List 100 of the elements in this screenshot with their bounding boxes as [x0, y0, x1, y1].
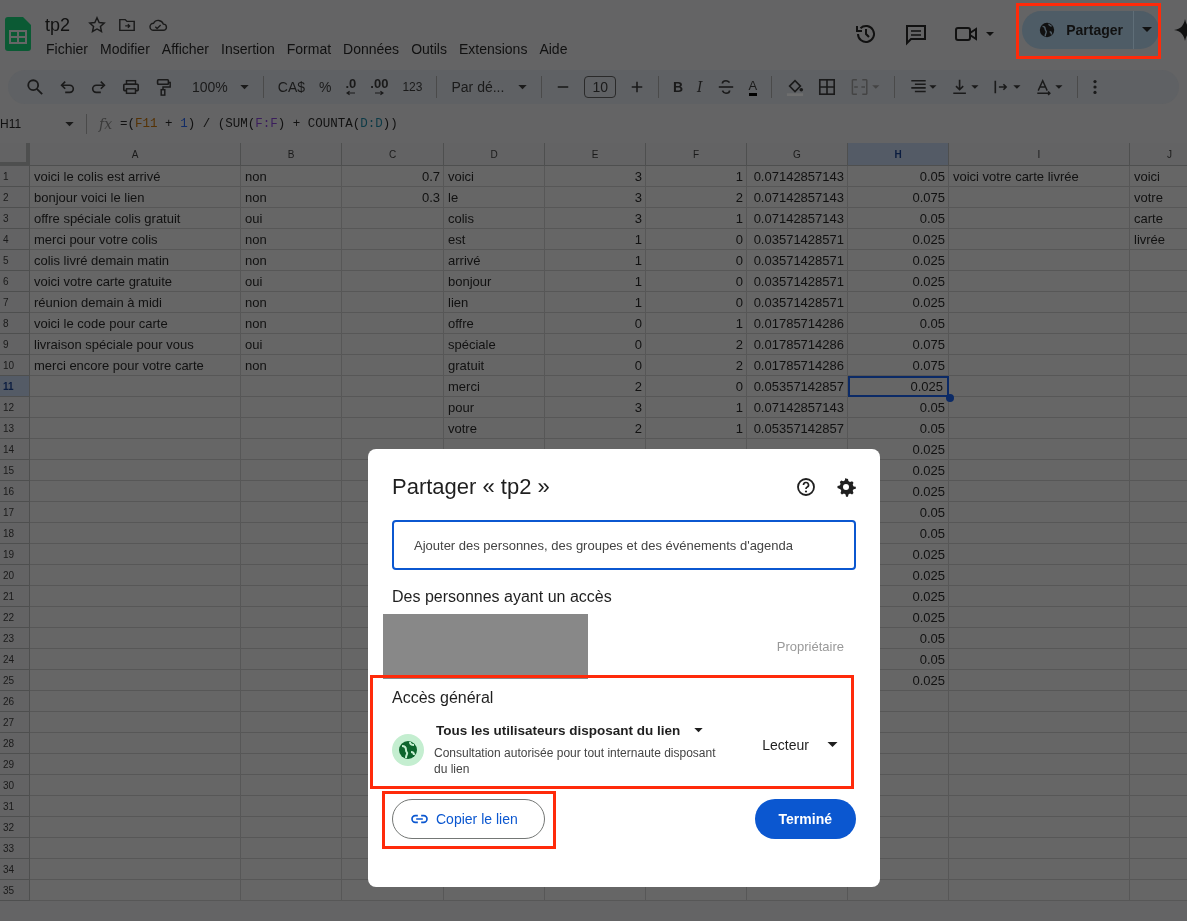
comment-icon[interactable]	[904, 22, 929, 46]
text-color-button[interactable]: A	[748, 78, 758, 96]
font-dropdown[interactable]: Par dé...	[451, 79, 528, 95]
row-header[interactable]: 20	[0, 565, 30, 586]
row-header[interactable]: 7	[0, 292, 30, 313]
column-header[interactable]: B	[241, 143, 342, 166]
selection-handle[interactable]	[946, 394, 954, 402]
increase-decimals-button[interactable]: .00	[370, 78, 389, 96]
italic-button[interactable]: I	[697, 79, 703, 95]
menu-item[interactable]: Données	[343, 39, 412, 59]
plus-icon[interactable]	[629, 80, 644, 94]
copy-link-button[interactable]: Copier le lien	[392, 799, 545, 839]
settings-icon[interactable]	[836, 477, 856, 497]
row-header[interactable]: 30	[0, 775, 30, 796]
merge-cells-icon[interactable]	[850, 78, 881, 96]
column-header[interactable]: E	[545, 143, 646, 166]
text-wrap-icon[interactable]	[993, 78, 1022, 96]
row-header[interactable]: 35	[0, 880, 30, 901]
move-folder-icon[interactable]	[118, 16, 137, 34]
column-header[interactable]: A	[30, 143, 241, 166]
row-header[interactable]: 9	[0, 334, 30, 355]
strikethrough-icon[interactable]	[716, 78, 735, 96]
menu-item[interactable]: Aide	[539, 39, 580, 59]
row-header[interactable]: 32	[0, 817, 30, 838]
row-header[interactable]: 8	[0, 313, 30, 334]
add-people-field[interactable]: Ajouter des personnes, des groupes et des événements d'agenda	[392, 520, 856, 570]
row-header[interactable]: 17	[0, 502, 30, 523]
row-header[interactable]: 31	[0, 796, 30, 817]
paint-format-icon[interactable]	[154, 78, 172, 96]
table-cell-text: arrivé	[447, 251, 482, 270]
row-header[interactable]: 11	[0, 376, 30, 397]
column-header[interactable]: C	[342, 143, 444, 166]
row-header[interactable]: 18	[0, 523, 30, 544]
menu-item[interactable]: Afficher	[161, 39, 222, 59]
borders-icon[interactable]	[818, 78, 837, 96]
decrease-decimals-button[interactable]: .0	[345, 78, 357, 96]
menu-item[interactable]: Fichier	[45, 39, 100, 59]
undo-icon[interactable]	[58, 78, 76, 96]
cloud-check-icon[interactable]	[148, 17, 169, 33]
bold-button[interactable]: B	[672, 79, 684, 95]
row-header[interactable]: 23	[0, 628, 30, 649]
text-rotation-icon[interactable]	[1035, 78, 1064, 96]
search-icon[interactable]	[26, 78, 44, 96]
menu-item[interactable]: Insertion	[221, 39, 287, 59]
row-header[interactable]: 21	[0, 586, 30, 607]
number-format-button[interactable]: 123	[402, 80, 423, 94]
column-header[interactable]: D	[444, 143, 545, 166]
percent-format-button[interactable]: %	[319, 79, 332, 95]
row-header[interactable]: 1	[0, 166, 30, 187]
role-dropdown[interactable]: Lecteur	[762, 737, 838, 753]
document-title[interactable]: tp2	[45, 14, 71, 36]
column-header[interactable]: G	[747, 143, 848, 166]
row-header[interactable]: 3	[0, 208, 30, 229]
row-header[interactable]: 29	[0, 754, 30, 775]
share-button[interactable]: Partager	[1022, 11, 1133, 49]
row-header[interactable]: 15	[0, 460, 30, 481]
done-button[interactable]: Terminé	[754, 799, 856, 839]
print-icon[interactable]	[122, 78, 140, 96]
menu-item[interactable]: Extensions	[458, 39, 540, 59]
row-header[interactable]: 22	[0, 607, 30, 628]
more-options-icon[interactable]	[1092, 78, 1099, 96]
row-header[interactable]: 28	[0, 733, 30, 754]
formula-field[interactable]: =(F11 + 1) / (SUM(F:F) + COUNTA(D:D))	[120, 117, 398, 131]
selected-cell[interactable]: 0.025	[848, 376, 949, 397]
row-header[interactable]: 14	[0, 439, 30, 460]
link-icon	[411, 814, 428, 824]
row-header[interactable]: 2	[0, 187, 30, 208]
row-header[interactable]: 10	[0, 355, 30, 376]
row-header[interactable]: 33	[0, 838, 30, 859]
row-header[interactable]: 13	[0, 418, 30, 439]
row-header[interactable]: 25	[0, 670, 30, 691]
row-header[interactable]: 5	[0, 250, 30, 271]
share-options-button[interactable]	[1133, 11, 1159, 49]
name-box[interactable]: H11	[0, 117, 80, 131]
row-header[interactable]: 19	[0, 544, 30, 565]
help-icon[interactable]	[796, 477, 816, 497]
fill-color-icon[interactable]	[786, 78, 805, 96]
access-description: Consultation autorisée pour tout internaute disposant du lien	[434, 745, 717, 777]
row-header[interactable]: 26	[0, 691, 30, 712]
menu-item[interactable]: Modifier	[100, 39, 162, 59]
star-icon[interactable]	[88, 16, 107, 34]
row-header[interactable]: 34	[0, 859, 30, 880]
table-cell-text: 0.075	[911, 188, 946, 207]
row-header[interactable]: 6	[0, 271, 30, 292]
vertical-align-icon[interactable]	[951, 78, 980, 96]
currency-format-button[interactable]: CA$	[277, 79, 306, 95]
column-header[interactable]: F	[646, 143, 747, 166]
row-header[interactable]: 24	[0, 649, 30, 670]
menu-item[interactable]: Outils	[411, 39, 459, 59]
column-header[interactable]: H	[848, 143, 949, 166]
access-scope-dropdown[interactable]: Tous les utilisateurs disposant du lien	[436, 723, 722, 738]
row-header[interactable]: 12	[0, 397, 30, 418]
redo-icon[interactable]	[90, 78, 108, 96]
zoom-dropdown[interactable]: 100%	[192, 79, 249, 95]
row-header[interactable]: 16	[0, 481, 30, 502]
row-header[interactable]: 4	[0, 229, 30, 250]
menu-item[interactable]: Format	[286, 39, 344, 59]
row-header[interactable]: 27	[0, 712, 30, 733]
font-size-field[interactable]: 10	[584, 76, 616, 98]
table-cell-text: 0.03571428571	[752, 230, 845, 249]
